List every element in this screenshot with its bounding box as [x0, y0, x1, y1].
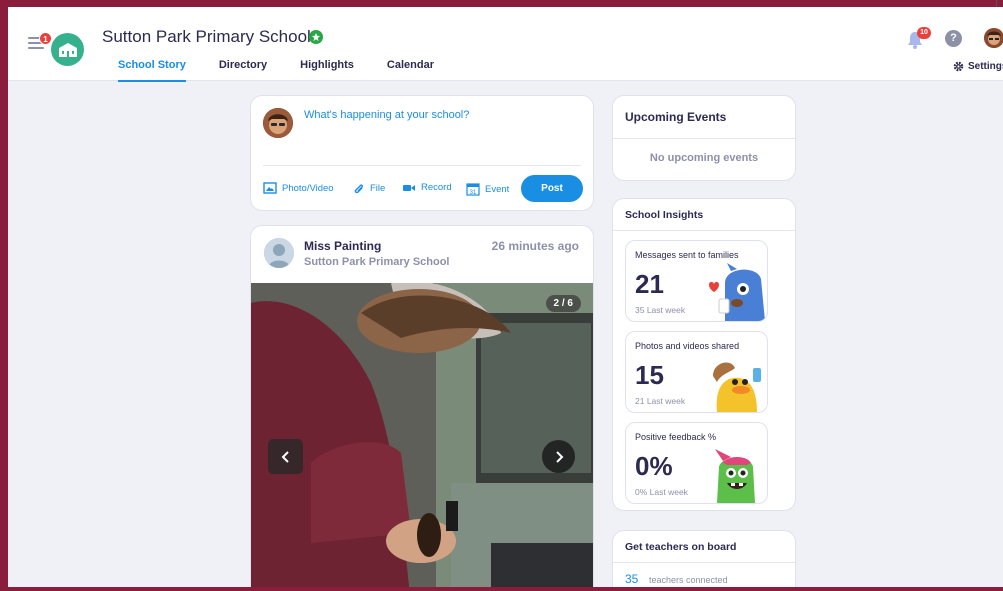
stat-photos[interactable]: Photos and videos shared 15 21 Last week [625, 331, 768, 413]
stat-feedback[interactable]: Positive feedback % 0% 0% Last week [625, 422, 768, 504]
tab-school-story[interactable]: School Story [118, 59, 186, 82]
calendar-day: 31 [470, 190, 477, 196]
calendar-icon: 31 [466, 183, 480, 196]
avatar[interactable] [984, 28, 1003, 48]
stat-value: 21 [635, 269, 664, 299]
card-title: School Insights [625, 209, 704, 221]
post-author[interactable]: Miss Painting [304, 239, 381, 253]
record-label: Record [421, 182, 452, 193]
photo-image [251, 283, 593, 587]
event-label: Event [485, 183, 510, 195]
avatar[interactable] [264, 238, 294, 268]
school-insights-card: School Insights Messages sent to familie… [612, 198, 796, 511]
record-button[interactable]: Record [402, 182, 452, 193]
stat-sub: 35 Last week [635, 305, 686, 315]
teachers-card: Get teachers on board 35 teachers connec… [612, 530, 796, 587]
top-header: 1 Sutton Park Primary School School Stor… [8, 7, 1003, 82]
photo-icon [263, 182, 277, 194]
upcoming-events-card: Upcoming Events No upcoming events [612, 95, 796, 181]
photo-video-label: Photo/Video [282, 182, 334, 194]
school-name: Sutton Park Primary School [102, 27, 311, 46]
avatar [263, 108, 293, 138]
photo-video-button[interactable]: Photo/Video [263, 182, 334, 194]
tab-calendar[interactable]: Calendar [387, 59, 434, 81]
notification-badge: 10 [917, 27, 931, 39]
stat-sub: 0% Last week [635, 487, 688, 497]
paperclip-icon [354, 184, 364, 194]
school-logo-icon[interactable] [51, 33, 84, 66]
teachers-count: 35 [625, 572, 639, 586]
monster-photos-icon [713, 362, 761, 412]
post-time: 26 minutes ago [491, 239, 579, 253]
event-button[interactable]: 31 Event [466, 182, 509, 196]
settings-label: Settings [968, 61, 1003, 72]
post-school: Sutton Park Primary School [304, 256, 450, 268]
file-button[interactable]: File [353, 182, 385, 195]
gear-icon [953, 61, 964, 72]
post-photo[interactable]: 2 / 6 [251, 283, 593, 587]
menu-badge: 1 [39, 32, 52, 45]
divider [613, 138, 795, 139]
card-title: Upcoming Events [625, 110, 727, 124]
chevron-left-icon [281, 450, 289, 463]
tab-bar: School Story Directory Highlights Calend… [118, 59, 467, 82]
video-camera-icon [403, 184, 415, 191]
tab-directory[interactable]: Directory [219, 59, 267, 81]
app-window: 1 Sutton Park Primary School School Stor… [8, 7, 1003, 587]
stat-messages[interactable]: Messages sent to families 21 35 Last wee… [625, 240, 768, 322]
divider [613, 562, 795, 563]
verified-icon [309, 30, 323, 44]
stat-sub: 21 Last week [635, 396, 686, 406]
divider [613, 230, 795, 231]
stat-value: 15 [635, 360, 664, 390]
chevron-right-icon [555, 450, 563, 463]
divider [263, 165, 581, 166]
empty-events-text: No upcoming events [649, 152, 759, 164]
photo-counter: 2 / 6 [545, 295, 581, 312]
tab-highlights[interactable]: Highlights [300, 59, 354, 81]
monster-feedback-icon [715, 449, 755, 503]
monster-messages-icon [709, 263, 765, 321]
story-post: Miss Painting Sutton Park Primary School… [250, 225, 594, 587]
compose-input[interactable]: What's happening at your school? [304, 109, 469, 121]
settings-button[interactable]: Settings [953, 61, 1003, 72]
previous-photo-button[interactable] [268, 439, 303, 474]
stat-value: 0% [635, 451, 673, 481]
post-composer: What's happening at your school? Photo/V… [250, 95, 594, 211]
next-photo-button[interactable] [542, 440, 575, 473]
teachers-count-label: teachers connected [649, 575, 728, 585]
card-title: Get teachers on board [625, 541, 737, 553]
file-label: File [370, 183, 386, 194]
edge-marker [996, 0, 997, 7]
post-button[interactable]: Post [521, 175, 583, 202]
help-icon[interactable]: ? [945, 30, 962, 47]
